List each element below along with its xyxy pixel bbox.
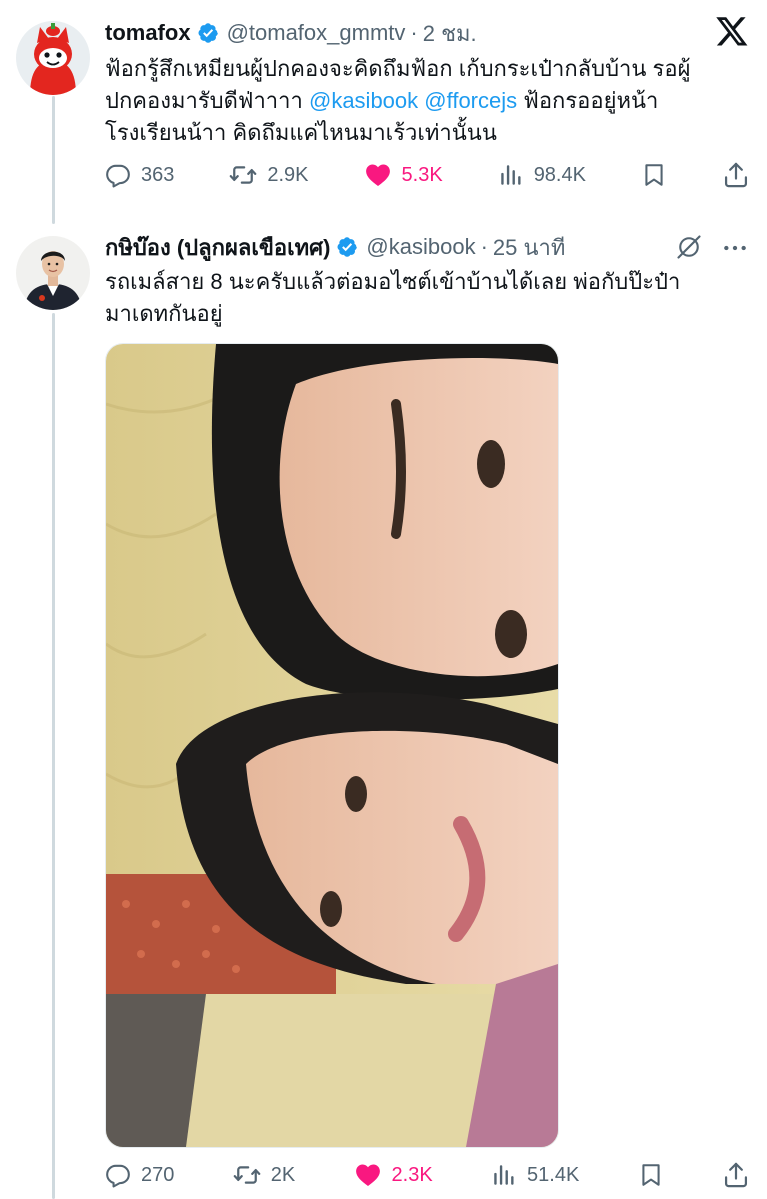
tweet-header: กษิบ๊อง (ปลูกผลเขือเทศ) @kasibook · 25 น… [105, 231, 565, 263]
reply-count: 270 [141, 1163, 175, 1186]
tweet-text-segment: รถเมล์สาย 8 นะครับแล้วต่อมอไซต์เข้าบ้านไ… [105, 269, 681, 294]
tweet-text-segment: ฟ้อกรู้สึกเหมียนผู้ปกคองจะคิดถึมฟ้อก เก้… [105, 56, 691, 81]
views-button[interactable]: 51.4K [491, 1162, 579, 1188]
grok-icon[interactable] [675, 233, 703, 266]
repost-button[interactable]: 2K [233, 1161, 295, 1189]
handle[interactable]: @kasibook [366, 234, 475, 260]
display-name[interactable]: tomafox [105, 20, 191, 46]
x-logo-icon [715, 14, 749, 53]
tweet-photo[interactable] [105, 343, 559, 1148]
verified-badge-icon [197, 22, 219, 44]
selfie-photo-two-people [106, 344, 558, 1147]
like-count: 2.3K [391, 1163, 433, 1186]
repost-count: 2.9K [267, 163, 309, 186]
mention-link[interactable]: @kasibook [309, 88, 418, 113]
thread-line [52, 313, 55, 1199]
separator-dot: · [410, 20, 418, 45]
like-button[interactable]: 2.3K [354, 1161, 433, 1189]
timestamp[interactable]: 25 นาที [493, 230, 565, 265]
tweet-text-segment: มาเดทกันอยู่ [105, 301, 223, 326]
repost-count: 2K [270, 1163, 296, 1186]
action-bar: 363 2.9K 5.3K 98.4K [105, 158, 750, 192]
views-button[interactable]: 98.4K [498, 162, 586, 188]
timestamp[interactable]: 2 ชม. [423, 16, 477, 51]
views-icon [491, 1162, 517, 1188]
repost-button[interactable]: 2.9K [229, 161, 309, 189]
tweet-text-line: ฟ้อกรู้สึกเหมียนผู้ปกคองจะคิดถึมฟ้อก เก้… [105, 53, 755, 85]
share-button[interactable] [722, 161, 750, 189]
like-button[interactable]: 5.3K [364, 161, 443, 189]
avatar[interactable] [16, 21, 90, 95]
heart-icon [354, 1161, 382, 1189]
share-icon [722, 161, 750, 189]
like-count: 5.3K [401, 163, 443, 186]
reply-icon [105, 1162, 131, 1188]
reply-count: 363 [141, 163, 175, 186]
tweet-text-line: โรงเรียนน้าา คิดถึมแค่ไหนมาเร้วเท่านั้นน [105, 117, 755, 149]
man-portrait-avatar [16, 236, 90, 310]
bookmark-icon [641, 162, 667, 188]
tweet-text-segment: โรงเรียนน้าา คิดถึมแค่ไหนมาเร้วเท่านั้นน [105, 120, 497, 145]
tweet-text-line: มาเดทกันอยู่ [105, 298, 755, 330]
display-name[interactable]: กษิบ๊อง (ปลูกผลเขือเทศ) [105, 230, 330, 265]
action-bar: 270 2K 2.3K 51.4K [105, 1158, 750, 1192]
tweet-text: ฟ้อกรู้สึกเหมียนผู้ปกคองจะคิดถึมฟ้อก เก้… [105, 53, 755, 149]
more-icon[interactable] [722, 235, 748, 266]
tweet-text-segment: ฟ้อกรออยู่หน้า [517, 88, 659, 113]
separator-dot: · [480, 234, 488, 259]
bookmark-button[interactable] [638, 1162, 664, 1188]
handle[interactable]: @tomafox_gmmtv [227, 20, 406, 46]
bookmark-icon [638, 1162, 664, 1188]
views-count: 51.4K [527, 1163, 580, 1186]
tweet-text-line: ปกคองมารับดีฟ่าาาา @kasibook @fforcejs ฟ… [105, 85, 755, 117]
reply-button[interactable]: 363 [105, 162, 174, 188]
avatar[interactable] [16, 236, 90, 310]
thread-line [52, 96, 55, 224]
tweet-text-line: รถเมล์สาย 8 นะครับแล้วต่อมอไซต์เข้าบ้านไ… [105, 266, 755, 298]
mention-link[interactable]: @fforcejs [424, 88, 517, 113]
views-icon [498, 162, 524, 188]
reply-button[interactable]: 270 [105, 1162, 174, 1188]
tweet-text: รถเมล์สาย 8 นะครับแล้วต่อมอไซต์เข้าบ้านไ… [105, 266, 755, 330]
tweet-header: tomafox @tomafox_gmmtv · 2 ชม. [105, 17, 477, 49]
share-button[interactable] [722, 1161, 750, 1189]
share-icon [722, 1161, 750, 1189]
repost-icon [229, 161, 257, 189]
verified-badge-icon [336, 236, 358, 258]
bookmark-button[interactable] [641, 162, 667, 188]
views-count: 98.4K [533, 163, 586, 186]
red-fox-mascot-avatar [16, 21, 90, 95]
repost-icon [233, 1161, 261, 1189]
reply-icon [105, 162, 131, 188]
tweet-text-segment: ปกคองมารับดีฟ่าาาา [105, 88, 309, 113]
heart-icon [364, 161, 392, 189]
